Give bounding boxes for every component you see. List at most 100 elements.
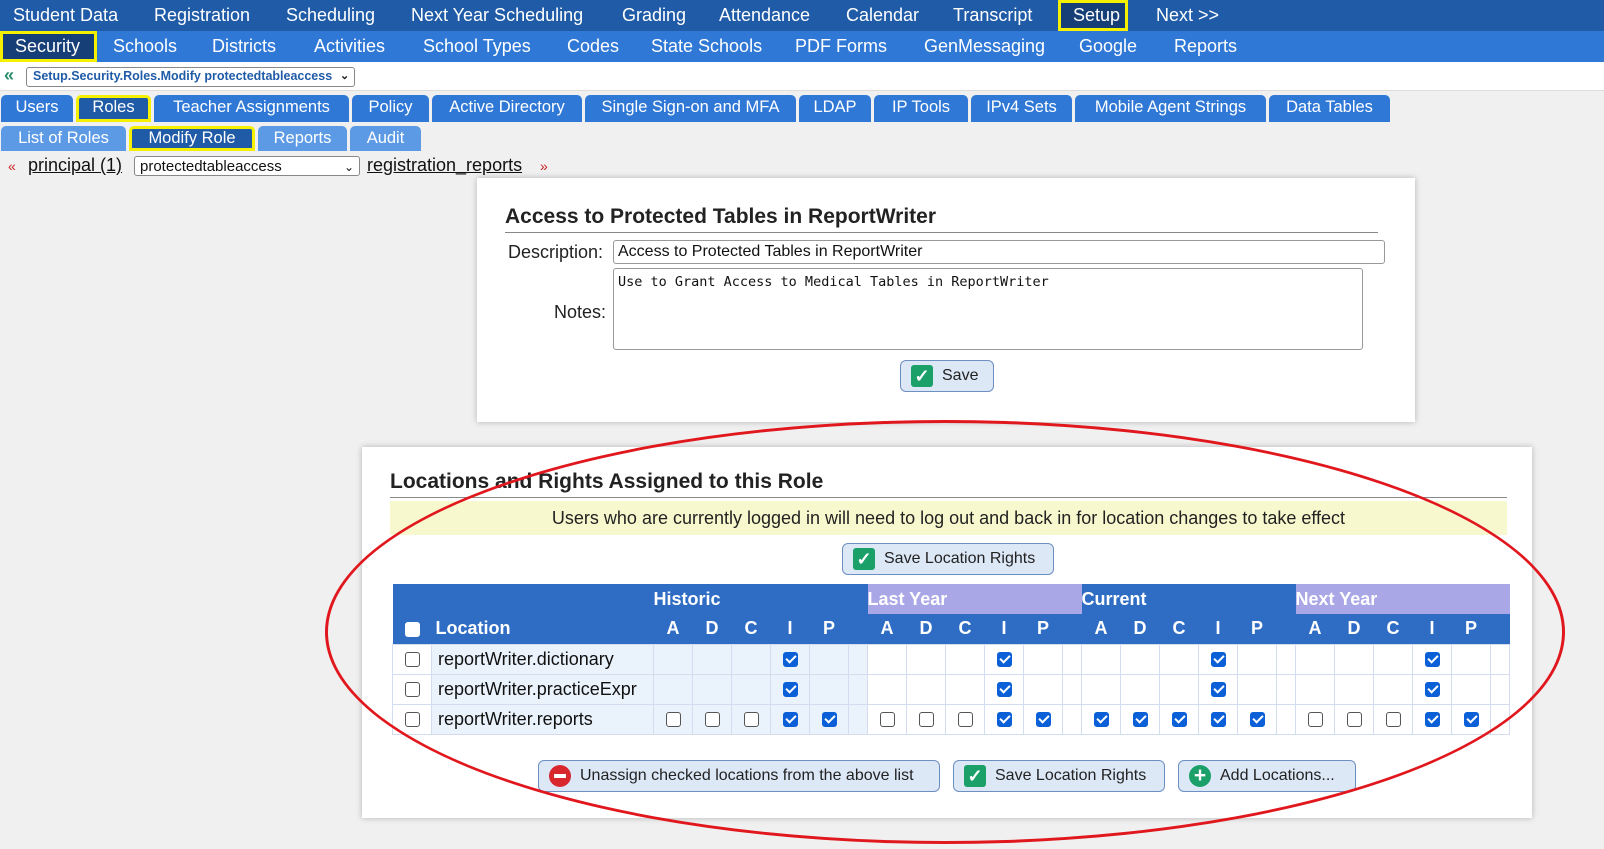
row-select-checkbox[interactable] bbox=[404, 712, 420, 728]
tab-roles[interactable]: Roles bbox=[76, 95, 151, 122]
nav-codes[interactable]: Codes bbox=[555, 31, 631, 62]
tab-teacher-assignments[interactable]: Teacher Assignments bbox=[154, 95, 349, 122]
notes-textarea[interactable]: Use to Grant Access to Medical Tables in… bbox=[613, 268, 1363, 350]
tab-ipv4-sets[interactable]: IPv4 Sets bbox=[971, 95, 1072, 122]
right-checkbox-current-i[interactable] bbox=[1210, 682, 1226, 698]
plus-circle-icon: + bbox=[1189, 765, 1211, 787]
unassign-locations-button[interactable]: Unassign checked locations from the abov… bbox=[538, 760, 940, 792]
right-checkbox-current-p[interactable] bbox=[1249, 712, 1265, 728]
tab-ldap[interactable]: LDAP bbox=[799, 95, 871, 122]
row-select-checkbox[interactable] bbox=[404, 652, 420, 668]
tab-modify-role[interactable]: Modify Role bbox=[129, 126, 255, 151]
previous-role-link[interactable]: principal (1) bbox=[28, 155, 122, 176]
right-checkbox-last-year-i[interactable] bbox=[996, 712, 1012, 728]
row-select-checkbox[interactable] bbox=[404, 682, 420, 698]
role-pager: « principal (1) protectedtableaccess ⌄ r… bbox=[0, 154, 1604, 180]
right-checkbox-next-year-i[interactable] bbox=[1424, 682, 1440, 698]
right-checkbox-historic-i[interactable] bbox=[782, 712, 798, 728]
nav-grading[interactable]: Grading bbox=[610, 0, 698, 31]
right-checkbox-last-year-d[interactable] bbox=[918, 712, 934, 728]
nav-attendance[interactable]: Attendance bbox=[707, 0, 822, 31]
right-checkbox-current-i[interactable] bbox=[1210, 652, 1226, 668]
tab-active-directory[interactable]: Active Directory bbox=[432, 95, 582, 122]
right-header-last-year-p: P bbox=[1023, 614, 1063, 644]
collapse-chevron-icon[interactable]: « bbox=[4, 65, 14, 86]
chevron-down-icon: ⌄ bbox=[343, 160, 354, 174]
table-row: reportWriter.dictionary bbox=[392, 643, 1510, 675]
right-checkbox-current-a[interactable] bbox=[1093, 712, 1109, 728]
nav-state-schools[interactable]: State Schools bbox=[639, 31, 774, 62]
save-location-rights-top-button[interactable]: ✓ Save Location Rights bbox=[842, 543, 1054, 575]
right-checkbox-historic-i[interactable] bbox=[782, 682, 798, 698]
role-form-title: Access to Protected Tables in ReportWrit… bbox=[505, 205, 937, 228]
nav-genmessaging[interactable]: GenMessaging bbox=[912, 31, 1057, 62]
breadcrumb-select[interactable]: Setup.Security.Roles.Modify protectedtab… bbox=[26, 67, 356, 87]
tab-data-tables[interactable]: Data Tables bbox=[1269, 95, 1390, 122]
right-checkbox-last-year-c[interactable] bbox=[957, 712, 973, 728]
nav-next[interactable]: Next >> bbox=[1144, 0, 1231, 31]
nav-reports[interactable]: Reports bbox=[1162, 31, 1249, 62]
right-checkbox-last-year-i[interactable] bbox=[996, 652, 1012, 668]
right-checkbox-historic-d[interactable] bbox=[704, 712, 720, 728]
description-input[interactable]: Access to Protected Tables in ReportWrit… bbox=[613, 240, 1385, 264]
right-checkbox-next-year-i[interactable] bbox=[1424, 652, 1440, 668]
nav-transcript[interactable]: Transcript bbox=[941, 0, 1044, 31]
right-header-next-year-c: C bbox=[1373, 614, 1413, 644]
tab-ip-tools[interactable]: IP Tools bbox=[874, 95, 968, 122]
right-checkbox-historic-a[interactable] bbox=[665, 712, 681, 728]
add-locations-button[interactable]: + Add Locations... bbox=[1178, 760, 1356, 792]
tab-sso-mfa[interactable]: Single Sign-on and MFA bbox=[585, 95, 796, 122]
location-rows: reportWriter.dictionary reportWriter.prac… bbox=[392, 643, 1510, 735]
tab-users[interactable]: Users bbox=[1, 95, 73, 122]
right-checkbox-current-i[interactable] bbox=[1210, 712, 1226, 728]
minus-circle-icon bbox=[549, 765, 571, 787]
table-row: reportWriter.reports bbox=[392, 703, 1510, 735]
nav-next-year-scheduling[interactable]: Next Year Scheduling bbox=[399, 0, 595, 31]
nav-pdf-forms[interactable]: PDF Forms bbox=[783, 31, 899, 62]
tab-role-reports[interactable]: Reports bbox=[258, 126, 347, 151]
next-role-link[interactable]: registration_reports bbox=[367, 155, 522, 176]
previous-icon: « bbox=[8, 158, 16, 174]
role-select[interactable]: protectedtableaccess ⌄ bbox=[134, 156, 360, 176]
right-checkbox-last-year-a[interactable] bbox=[879, 712, 895, 728]
right-checkbox-next-year-c[interactable] bbox=[1385, 712, 1401, 728]
right-checkbox-historic-i[interactable] bbox=[782, 652, 798, 668]
add-locations-label: Add Locations... bbox=[1220, 767, 1335, 784]
nav-registration[interactable]: Registration bbox=[142, 0, 262, 31]
tab-list-of-roles[interactable]: List of Roles bbox=[1, 126, 126, 151]
nav-schools[interactable]: Schools bbox=[101, 31, 189, 62]
nav-student-data[interactable]: Student Data bbox=[1, 0, 130, 31]
right-checkbox-current-c[interactable] bbox=[1171, 712, 1187, 728]
nav-calendar[interactable]: Calendar bbox=[834, 0, 931, 31]
right-checkbox-next-year-i[interactable] bbox=[1424, 712, 1440, 728]
right-checkbox-historic-p[interactable] bbox=[821, 712, 837, 728]
right-checkbox-last-year-i[interactable] bbox=[996, 682, 1012, 698]
description-label: Description: bbox=[508, 242, 604, 262]
setup-sub-nav: Security Schools Districts Activities Sc… bbox=[0, 31, 1604, 62]
save-location-rights-bottom-button[interactable]: ✓ Save Location Rights bbox=[953, 760, 1165, 792]
nav-setup[interactable]: Setup bbox=[1058, 0, 1128, 31]
nav-activities[interactable]: Activities bbox=[302, 31, 397, 62]
right-checkbox-last-year-p[interactable] bbox=[1035, 712, 1051, 728]
nav-google[interactable]: Google bbox=[1067, 31, 1149, 62]
right-checkbox-historic-c[interactable] bbox=[743, 712, 759, 728]
nav-school-types[interactable]: School Types bbox=[411, 31, 543, 62]
tab-mobile-agent-strings[interactable]: Mobile Agent Strings bbox=[1075, 95, 1266, 122]
nav-security[interactable]: Security bbox=[0, 31, 97, 62]
save-label: Save bbox=[942, 367, 979, 384]
right-checkbox-next-year-p[interactable] bbox=[1463, 712, 1479, 728]
location-name: reportWriter.reports bbox=[431, 703, 654, 735]
right-checkbox-next-year-d[interactable] bbox=[1346, 712, 1362, 728]
top-nav: Student Data Registration Scheduling Nex… bbox=[0, 0, 1604, 31]
right-checkbox-current-d[interactable] bbox=[1132, 712, 1148, 728]
role-tabs: List of Roles Modify Role Reports Audit bbox=[0, 126, 1604, 153]
tab-policy[interactable]: Policy bbox=[352, 95, 429, 122]
select-all-checkbox[interactable] bbox=[404, 622, 420, 637]
nav-districts[interactable]: Districts bbox=[200, 31, 288, 62]
nav-scheduling[interactable]: Scheduling bbox=[274, 0, 387, 31]
tab-audit[interactable]: Audit bbox=[350, 126, 421, 151]
right-header-current-p: P bbox=[1237, 614, 1277, 644]
right-header-last-year-i: I bbox=[984, 614, 1024, 644]
right-checkbox-next-year-a[interactable] bbox=[1307, 712, 1323, 728]
save-button[interactable]: ✓ Save bbox=[900, 360, 994, 392]
